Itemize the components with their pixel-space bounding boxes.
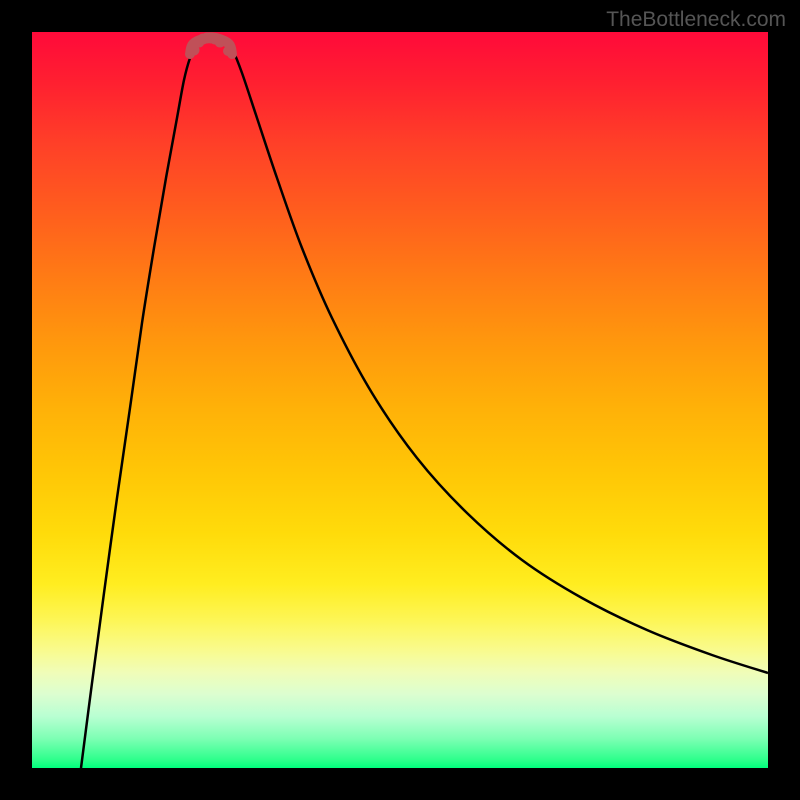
curve-right-branch <box>227 40 768 673</box>
curve-left-branch <box>81 40 202 768</box>
trough-dot <box>223 46 233 56</box>
watermark-text: TheBottleneck.com <box>606 8 786 32</box>
chart-frame <box>32 32 768 768</box>
trough-dot <box>215 37 226 48</box>
curve-svg <box>32 32 768 768</box>
plot-area <box>32 32 768 768</box>
